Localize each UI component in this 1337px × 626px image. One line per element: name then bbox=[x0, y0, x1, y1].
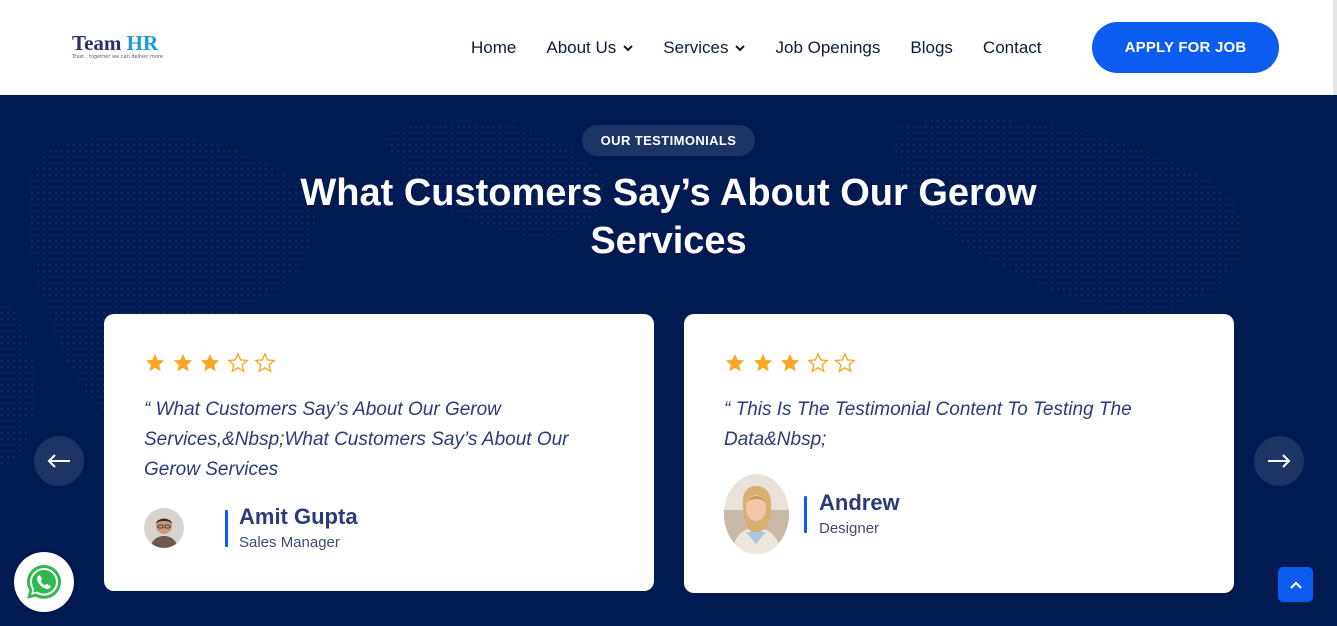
site-header: Team HR Trust , together we can deliver … bbox=[0, 0, 1337, 95]
section-title: What Customers Say’s About Our Gerow Ser… bbox=[300, 172, 1037, 262]
star-filled-icon bbox=[145, 353, 165, 372]
testimonial-card: “ This Is The Testimonial Content To Tes… bbox=[684, 314, 1234, 593]
whatsapp-button[interactable] bbox=[14, 552, 74, 612]
author-name: Amit Gupta bbox=[239, 504, 358, 529]
author-name: Andrew bbox=[819, 490, 900, 515]
star-filled-icon bbox=[173, 353, 192, 372]
arrow-right-icon bbox=[1268, 454, 1291, 468]
testimonial-quote: “ What Customers Say’s About Our Gerow S… bbox=[144, 399, 569, 480]
star-outline-icon bbox=[806, 352, 829, 373]
nav-services[interactable]: Services bbox=[663, 38, 746, 58]
nav-blogs-label: Blogs bbox=[910, 38, 953, 57]
nav-home-label: Home bbox=[471, 38, 517, 57]
avatar-image bbox=[144, 508, 184, 548]
main-nav: Home About Us Services Job Openings Blog… bbox=[471, 37, 1042, 59]
star-outline-icon bbox=[834, 352, 856, 373]
arrow-left-icon bbox=[47, 454, 70, 468]
chevron-down-icon bbox=[735, 45, 746, 52]
author-role: Designer bbox=[819, 520, 880, 537]
section-badge: OUR TESTIMONIALS bbox=[582, 125, 755, 156]
chevron-up-icon bbox=[1289, 580, 1302, 589]
apply-for-job-button[interactable]: APPLY FOR JOB bbox=[1092, 22, 1279, 73]
nav-home[interactable]: Home bbox=[471, 38, 516, 58]
avatar bbox=[144, 508, 184, 548]
author-role: Sales Manager bbox=[239, 534, 340, 551]
nav-contact-label: Contact bbox=[982, 38, 1042, 57]
nav-job-openings[interactable]: Job Openings bbox=[775, 38, 880, 58]
testimonials-section: OUR TESTIMONIALS What Customers Say’s Ab… bbox=[0, 95, 1337, 626]
star-filled-icon bbox=[725, 353, 745, 372]
author-accent-bar bbox=[804, 496, 807, 533]
star-filled-icon bbox=[200, 353, 220, 372]
nav-about-us-label: About Us bbox=[546, 38, 617, 57]
star-outline-icon bbox=[254, 352, 276, 373]
scroll-to-top-button[interactable] bbox=[1278, 567, 1313, 602]
author-accent-bar bbox=[225, 510, 228, 547]
whatsapp-icon bbox=[27, 565, 61, 599]
testimonial-quote: “ This Is The Testimonial Content To Tes… bbox=[724, 399, 1132, 450]
nav-blogs[interactable]: Blogs bbox=[910, 38, 953, 58]
star-rating bbox=[724, 352, 862, 374]
star-outline-icon bbox=[226, 352, 249, 373]
page-scrollbar[interactable] bbox=[1333, 0, 1337, 95]
logo-tagline: Trust , together we can deliver more bbox=[72, 54, 163, 60]
chevron-down-icon bbox=[623, 45, 634, 52]
avatar bbox=[724, 474, 789, 554]
nav-services-label: Services bbox=[663, 38, 729, 57]
star-filled-icon bbox=[780, 353, 800, 372]
carousel-next-button[interactable] bbox=[1254, 436, 1304, 486]
logo[interactable]: Team HR Trust , together we can deliver … bbox=[72, 32, 182, 66]
avatar-image bbox=[724, 474, 789, 554]
nav-about-us[interactable]: About Us bbox=[546, 38, 634, 58]
star-filled-icon bbox=[753, 353, 772, 372]
carousel-prev-button[interactable] bbox=[34, 436, 84, 486]
testimonial-card: “ What Customers Say’s About Our Gerow S… bbox=[104, 314, 654, 591]
nav-contact[interactable]: Contact bbox=[983, 38, 1042, 58]
nav-job-openings-label: Job Openings bbox=[775, 38, 881, 57]
logo-text: Team HR bbox=[72, 31, 159, 55]
star-rating bbox=[144, 352, 282, 374]
